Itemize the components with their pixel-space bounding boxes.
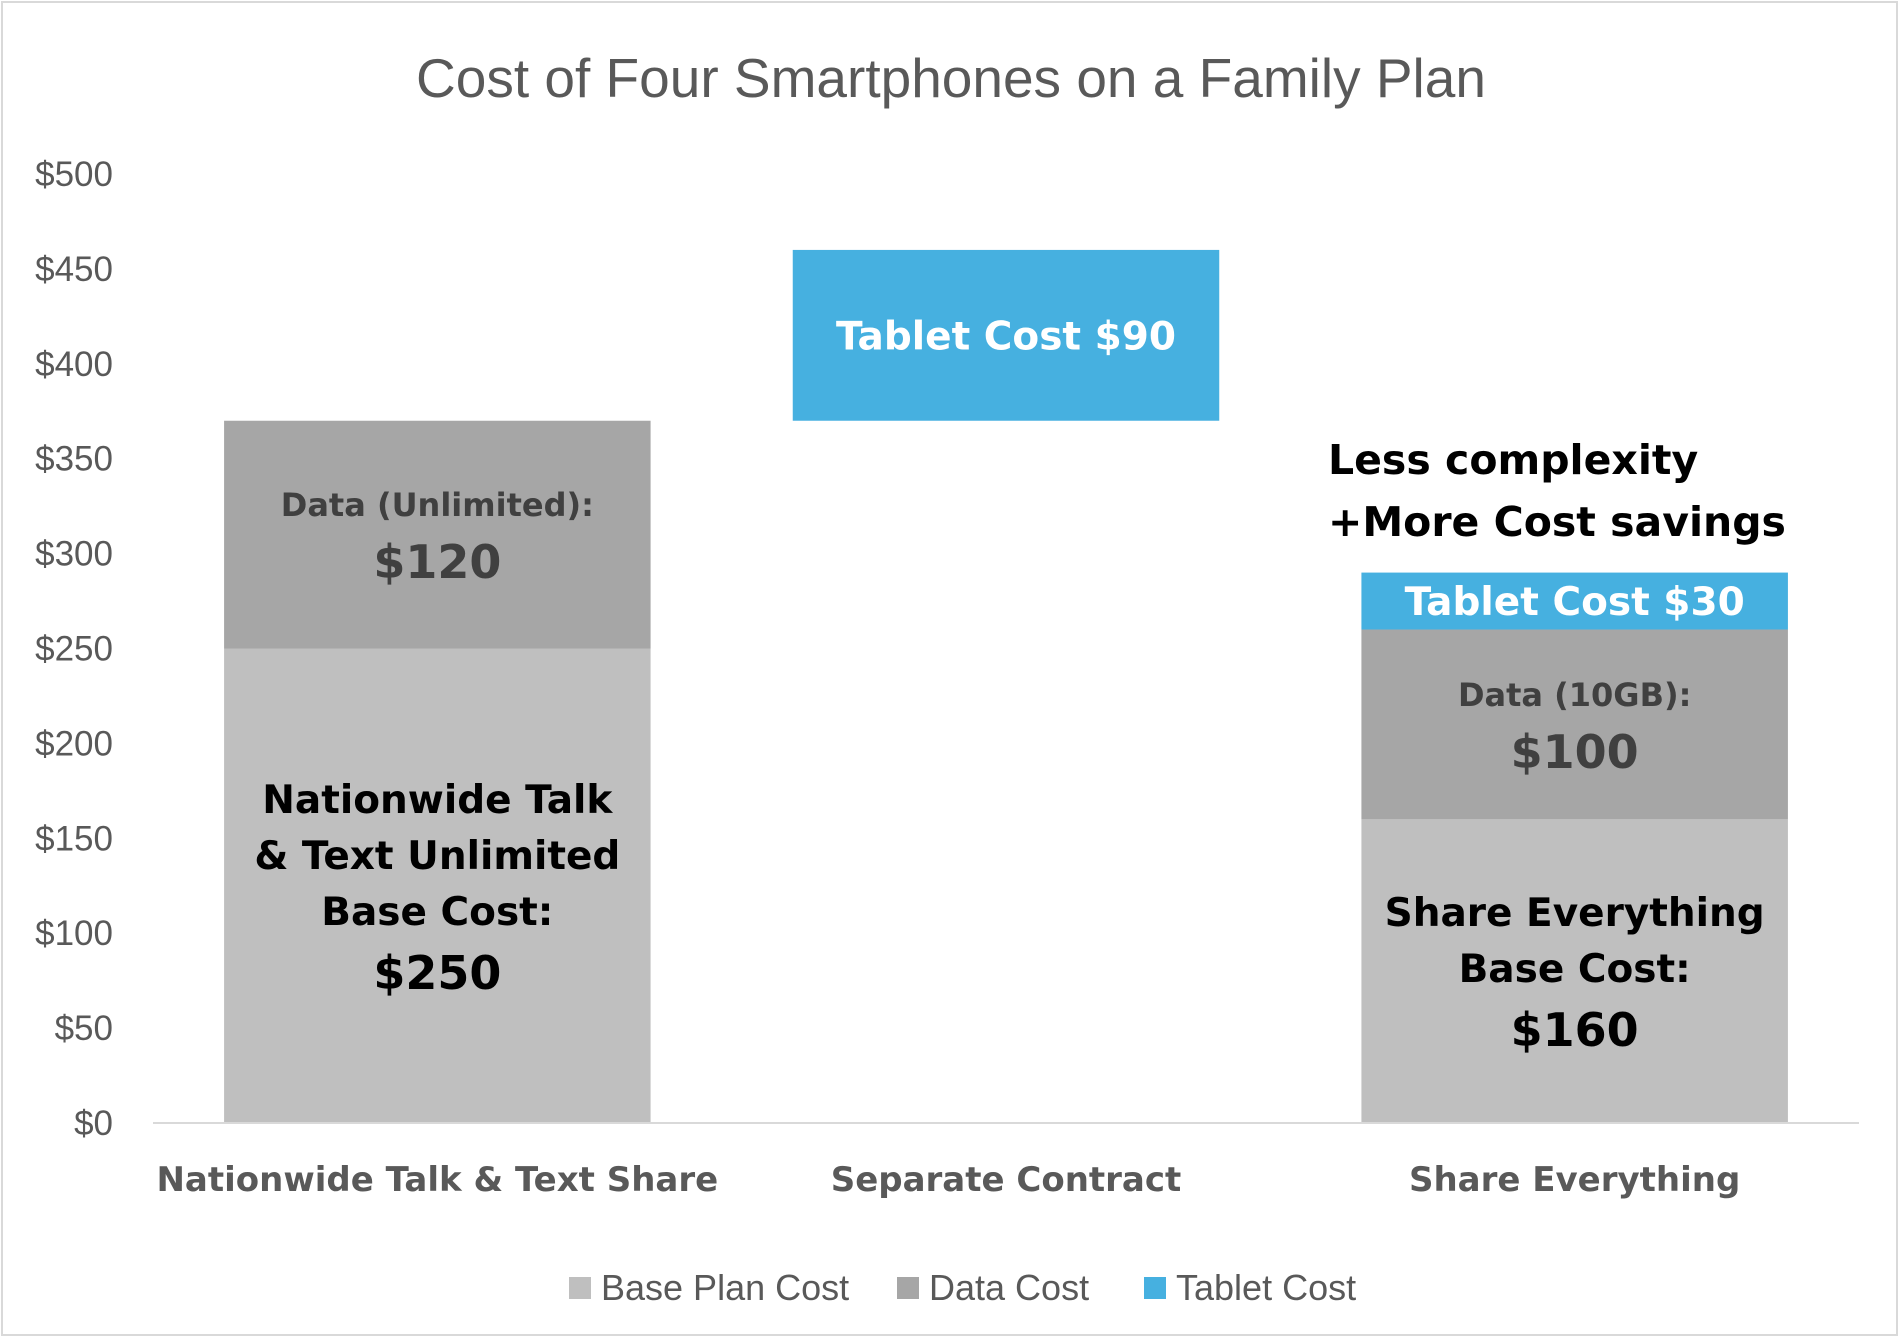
annotation-line: Less complexity — [1328, 436, 1698, 484]
legend: Base Plan Cost Data Cost Tablet Cost — [569, 1267, 1356, 1308]
chart-title: Cost of Four Smartphones on a Family Pla… — [416, 47, 1486, 109]
segment-value-label: $160 — [1511, 1003, 1639, 1057]
chart-frame: Cost of Four Smartphones on a Family Pla… — [1, 1, 1898, 1336]
y-tick-label: $150 — [35, 819, 113, 858]
x-category-label: Separate Contract — [831, 1160, 1182, 1200]
y-tick-label: $100 — [35, 914, 113, 953]
segment-label: Data (Unlimited): — [281, 486, 594, 524]
segment-value-label: $100 — [1511, 725, 1639, 779]
segment-label: & Text Unlimited — [254, 834, 620, 879]
segment-label: Base Cost: — [1459, 947, 1691, 992]
y-tick-label: $200 — [35, 724, 113, 763]
y-tick-label: $500 — [35, 155, 113, 194]
y-tick-label: $250 — [35, 630, 113, 669]
x-category-label: Nationwide Talk & Text Share — [156, 1160, 718, 1200]
chart-annotation: Less complexity +More Cost savings — [1328, 436, 1786, 546]
segment-value-label: $250 — [373, 946, 501, 1000]
segment-label: Data (10GB): — [1458, 676, 1691, 714]
x-axis-labels: Nationwide Talk & Text Share Separate Con… — [156, 1160, 1740, 1200]
legend-swatch-tablet-cost — [1144, 1277, 1166, 1299]
stacked-bar-chart: Cost of Four Smartphones on a Family Pla… — [35, 47, 1859, 1308]
legend-swatch-data-cost — [897, 1277, 919, 1299]
segment-label: Tablet Cost $30 — [1405, 580, 1745, 625]
bar-segment-base-plan-cost — [224, 648, 651, 1123]
legend-label-data-cost: Data Cost — [929, 1267, 1089, 1308]
segment-label: Nationwide Talk — [262, 778, 613, 823]
y-tick-label: $50 — [55, 1009, 113, 1048]
legend-label-tablet-cost: Tablet Cost — [1176, 1267, 1356, 1308]
segment-label: Tablet Cost $90 — [836, 314, 1176, 359]
y-tick-label: $300 — [35, 535, 113, 574]
legend-swatch-base-plan-cost — [569, 1277, 591, 1299]
y-tick-label: $450 — [35, 250, 113, 289]
legend-label-base-plan-cost: Base Plan Cost — [601, 1267, 849, 1308]
annotation-line: +More Cost savings — [1328, 498, 1786, 546]
y-tick-label: $0 — [74, 1104, 113, 1143]
y-axis-ticks: $0 $50 $100 $150 $200 $250 $300 $350 $400 $450 $50… — [35, 155, 113, 1143]
segment-label: Share Everything — [1385, 891, 1765, 936]
x-category-label: Share Everything — [1409, 1160, 1740, 1200]
segment-value-label: $120 — [373, 535, 501, 589]
y-tick-label: $400 — [35, 345, 113, 384]
segment-label: Base Cost: — [321, 890, 553, 935]
y-tick-label: $350 — [35, 440, 113, 479]
